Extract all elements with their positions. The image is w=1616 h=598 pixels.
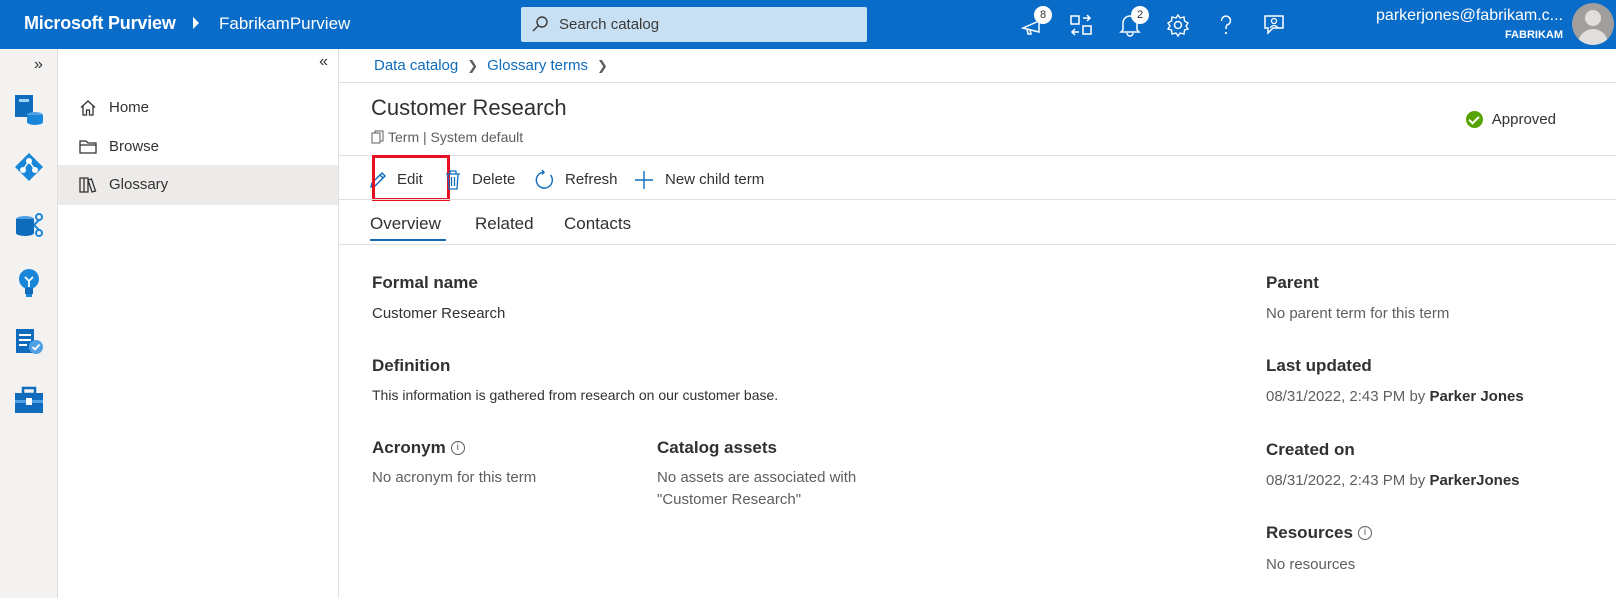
refresh-button[interactable]: Refresh (535, 161, 625, 199)
tab-related[interactable]: Related (475, 214, 534, 234)
nav-label: Glossary (109, 176, 169, 193)
acronym-heading: Acronym i (372, 438, 465, 458)
term-icon (371, 130, 384, 144)
new-child-term-button[interactable]: New child term (634, 161, 784, 199)
side-nav: « Home Browse Glossary (58, 49, 339, 598)
data-share-icon[interactable] (13, 209, 45, 241)
chevron-right-icon: ❯ (467, 58, 479, 73)
page-title: Customer Research (371, 95, 567, 120)
last-updated-date: 08/31/2022, 2:43 PM by (1266, 388, 1430, 405)
search-placeholder: Search catalog (559, 16, 660, 33)
main-content: Data catalog ❯ Glossary terms ❯ Customer Re… (339, 49, 1616, 598)
policy-icon[interactable] (13, 326, 45, 358)
user-email[interactable]: parkerjones@fabrikam.c... (1376, 7, 1563, 25)
resources-label: Resources (1266, 523, 1353, 542)
check-circle-icon (1465, 111, 1483, 128)
breadcrumb-glossary-terms[interactable]: Glossary terms (487, 57, 588, 74)
breadcrumb-data-catalog[interactable]: Data catalog (374, 57, 458, 74)
nav-item-glossary[interactable]: Glossary (58, 165, 338, 205)
search-box[interactable]: Search catalog (521, 7, 867, 42)
formal-name-label: Formal name (372, 273, 478, 292)
help-icon[interactable] (1213, 12, 1239, 38)
delete-label: Delete (472, 171, 516, 188)
bell-icon[interactable]: 2 (1117, 6, 1149, 38)
gear-icon[interactable] (1165, 12, 1191, 38)
avatar-head (1585, 10, 1601, 26)
created-date: 08/31/2022, 2:43 PM by (1266, 472, 1430, 489)
nav-item-home[interactable]: Home (58, 88, 338, 128)
top-bar: Microsoft Purview FabrikamPurview Search… (0, 0, 1616, 49)
status-label: Approved (1491, 111, 1556, 128)
created-by: ParkerJones (1429, 472, 1520, 489)
new-child-term-label: New child term (665, 171, 765, 188)
delete-button[interactable]: Delete (443, 161, 523, 199)
term-template: System default (430, 129, 524, 145)
expand-icon[interactable]: » (34, 56, 43, 74)
last-updated-by: Parker Jones (1429, 388, 1524, 405)
feedback-icon[interactable] (1261, 12, 1287, 38)
insights-icon[interactable] (13, 267, 45, 299)
breadcrumb-caret-icon (193, 17, 199, 29)
notifications-badge: 8 (1034, 6, 1052, 24)
refresh-label: Refresh (565, 171, 618, 188)
definition-label: Definition (372, 356, 451, 375)
parent-label: Parent (1266, 273, 1319, 292)
info-icon[interactable]: i (450, 441, 465, 455)
refresh-icon (535, 169, 553, 189)
nav-item-browse[interactable]: Browse (58, 127, 338, 167)
status-badge: Approved (1465, 111, 1556, 128)
created-value: 08/31/2022, 2:43 PM by ParkerJones (1266, 472, 1520, 489)
acronym-value: No acronym for this term (372, 469, 537, 486)
divider (339, 155, 1616, 156)
resources-heading: Resources i (1266, 523, 1372, 543)
brand-name[interactable]: Microsoft Purview (24, 13, 176, 34)
term-subtitle: Term | System default (371, 129, 523, 145)
divider (339, 244, 1616, 245)
tab-overview[interactable]: Overview (370, 214, 441, 234)
notifications-icon[interactable]: 8 (1020, 6, 1052, 38)
account-name[interactable]: FabrikamPurview (219, 14, 350, 34)
user-org: FABRIKAM (1504, 29, 1563, 41)
catalog-assets-line1: No assets are associated with (657, 469, 857, 486)
book-icon (79, 177, 97, 193)
collapse-icon[interactable]: « (319, 53, 328, 71)
nav-label: Browse (109, 138, 160, 155)
management-icon[interactable] (13, 385, 45, 417)
data-map-icon[interactable] (13, 93, 45, 125)
last-updated-label: Last updated (1266, 356, 1372, 375)
alerts-badge: 2 (1131, 6, 1149, 24)
plus-icon (635, 171, 653, 189)
definition-value: This information is gathered from resear… (372, 387, 779, 403)
avatar-body (1578, 29, 1608, 45)
last-updated-value: 08/31/2022, 2:43 PM by Parker Jones (1266, 388, 1524, 405)
parent-value: No parent term for this term (1266, 305, 1450, 322)
home-icon (80, 100, 96, 116)
app-rail: » (0, 49, 58, 598)
data-catalog-icon[interactable] (13, 151, 45, 183)
resources-value: No resources (1266, 556, 1356, 573)
switch-directory-icon[interactable] (1068, 12, 1094, 38)
acronym-label: Acronym (372, 438, 446, 457)
active-tab-indicator (370, 239, 446, 241)
avatar[interactable] (1572, 3, 1614, 45)
term-type: Term (388, 129, 420, 145)
breadcrumb: Data catalog ❯ Glossary terms ❯ (374, 57, 617, 74)
trash-icon (446, 170, 460, 190)
divider (339, 199, 1616, 200)
info-icon[interactable]: i (1357, 526, 1372, 540)
chevron-right-icon: ❯ (597, 58, 608, 73)
created-label: Created on (1266, 440, 1355, 459)
folder-icon (79, 140, 97, 154)
tab-contacts[interactable]: Contacts (564, 214, 631, 234)
catalog-assets-label: Catalog assets (657, 438, 777, 457)
highlight-box (372, 155, 450, 201)
nav-label: Home (109, 99, 150, 116)
divider (339, 82, 1616, 83)
formal-name-value: Customer Research (372, 305, 506, 322)
search-icon (532, 16, 548, 32)
catalog-assets-line2: "Customer Research" (657, 491, 802, 508)
